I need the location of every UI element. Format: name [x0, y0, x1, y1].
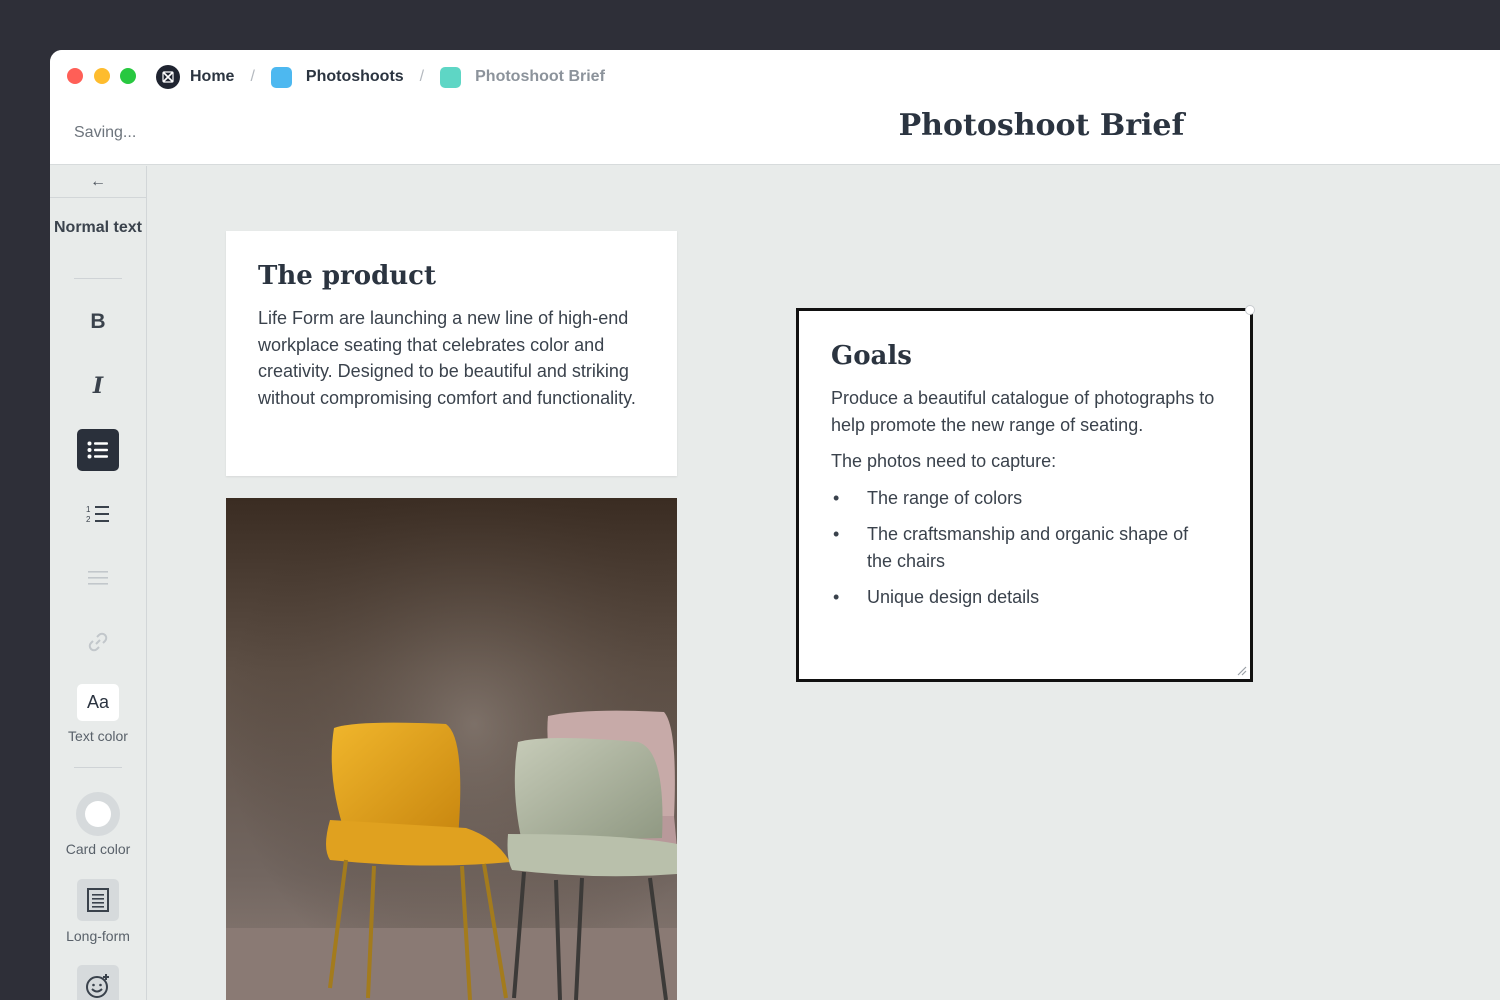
numbered-list-button[interactable]: 1 2	[77, 493, 119, 535]
title-bar: Home / Photoshoots / Photoshoot Brief Sa…	[50, 50, 1500, 165]
long-form-label: Long-form	[66, 928, 130, 944]
svg-text:1: 1	[86, 505, 91, 514]
numbered-list-icon: 1 2	[86, 505, 109, 524]
list-item: The range of colors	[831, 485, 1218, 512]
app-window: Home / Photoshoots / Photoshoot Brief Sa…	[50, 50, 1500, 1000]
text-color-label: Text color	[68, 728, 128, 744]
long-form-button[interactable]	[77, 879, 119, 921]
breadcrumb: Home / Photoshoots / Photoshoot Brief	[156, 64, 605, 90]
breadcrumb-separator: /	[419, 68, 425, 85]
text-style-selector[interactable]: Normal text	[50, 218, 146, 238]
bold-button[interactable]: B	[77, 301, 119, 343]
product-card-title: The product	[258, 261, 436, 291]
list-item: Unique design details	[831, 584, 1218, 611]
chairs-photo-card[interactable]	[226, 498, 677, 1000]
product-card[interactable]: The product Life Form are launching a ne…	[226, 231, 677, 476]
align-button[interactable]	[77, 557, 119, 599]
collapse-toolbar-button[interactable]: ←	[50, 166, 146, 198]
bulleted-list-button[interactable]	[77, 429, 119, 471]
breadcrumb-home-label: Home	[190, 68, 235, 85]
board-icon	[440, 66, 462, 88]
goals-card[interactable]: Goals Produce a beautiful catalogue of p…	[796, 308, 1253, 682]
breadcrumb-current-label: Photoshoot Brief	[475, 68, 605, 85]
maximize-window-button[interactable]	[120, 68, 136, 84]
add-emoji-icon	[86, 974, 109, 998]
toolbar-divider	[74, 278, 122, 279]
product-card-body: Life Form are launching a new line of hi…	[258, 308, 636, 408]
goals-intro: Produce a beautiful catalogue of photogr…	[831, 388, 1215, 435]
home-logo-icon	[156, 65, 180, 89]
card-corner-handle[interactable]	[1245, 305, 1255, 315]
document-icon	[87, 888, 109, 912]
breadcrumb-home[interactable]: Home	[156, 65, 234, 89]
link-icon	[88, 632, 108, 652]
breadcrumb-photoshoots-label: Photoshoots	[305, 68, 404, 85]
italic-button[interactable]: I	[77, 365, 119, 407]
link-button[interactable]	[77, 621, 119, 663]
minimize-window-button[interactable]	[94, 68, 110, 84]
bulleted-list-icon	[87, 441, 108, 459]
close-window-button[interactable]	[67, 68, 83, 84]
breadcrumb-separator: /	[250, 68, 255, 85]
formatting-toolbar: ← Normal text B I 1 2 Aa Text color Card…	[50, 166, 147, 1000]
card-color-button[interactable]	[76, 792, 120, 836]
list-item: The craftsmanship and organic shape of t…	[831, 521, 1218, 574]
add-emoji-button[interactable]	[77, 965, 119, 1000]
card-color-label: Card color	[65, 841, 131, 857]
board-icon	[270, 66, 292, 88]
svg-text:2: 2	[86, 515, 91, 524]
goals-list: The range of colors The craftsmanship an…	[831, 485, 1218, 611]
toolbar-divider	[74, 767, 122, 768]
goals-lead: The photos need to capture:	[831, 451, 1057, 471]
resize-handle-icon[interactable]	[1235, 664, 1247, 676]
goals-card-title: Goals	[831, 341, 912, 371]
card-color-swatch	[85, 801, 111, 827]
breadcrumb-current[interactable]: Photoshoot Brief	[440, 66, 605, 88]
chairs-image	[226, 498, 677, 1000]
breadcrumb-photoshoots[interactable]: Photoshoots	[270, 66, 404, 88]
back-arrow-icon: ←	[90, 172, 106, 190]
text-color-button[interactable]: Aa	[77, 684, 119, 721]
align-icon	[88, 571, 108, 585]
page-title[interactable]: Photoshoot Brief	[50, 108, 1500, 143]
